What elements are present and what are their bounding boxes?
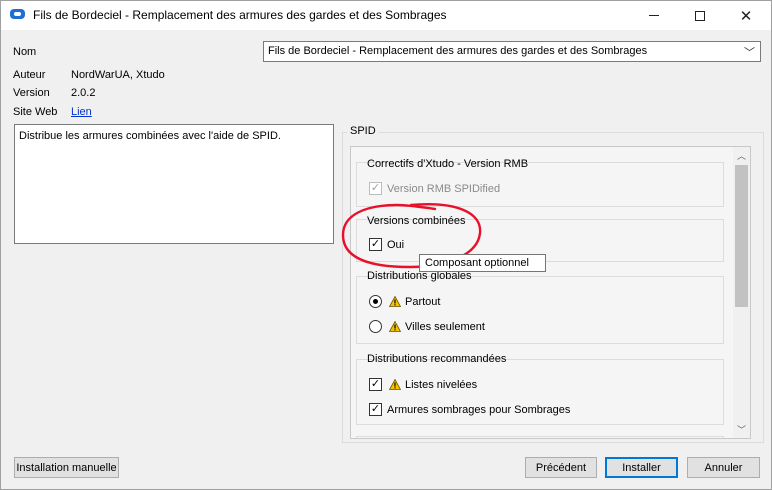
minimize-button[interactable]: [631, 1, 677, 30]
install-button[interactable]: Installer: [605, 457, 678, 478]
author-label: Auteur: [13, 69, 46, 81]
options-scroll-area[interactable]: Correctifs d'Xtudo - Version RMB ✓ Versi…: [350, 146, 751, 439]
scroll-up-icon[interactable]: ︿: [733, 147, 750, 164]
window-title: Fils de Bordeciel - Remplacement des arm…: [33, 8, 447, 22]
spid-legend: SPID: [347, 125, 379, 137]
manual-install-button[interactable]: Installation manuelle: [14, 457, 119, 478]
name-label: Nom: [13, 46, 37, 58]
group-next-partial: [356, 436, 724, 438]
maximize-icon: [695, 10, 705, 21]
name-dropdown[interactable]: Fils de Bordeciel - Remplacement des arm…: [263, 41, 761, 62]
chevron-down-icon: ﹀: [744, 47, 755, 59]
cancel-button[interactable]: Annuler: [687, 457, 760, 478]
maximize-button[interactable]: [677, 1, 723, 30]
option-villes-seulement-label: Villes seulement: [405, 321, 485, 333]
installer-window: Fils de Bordeciel - Remplacement des arm…: [0, 0, 772, 490]
title-bar: Fils de Bordeciel - Remplacement des arm…: [1, 1, 771, 30]
scroll-thumb[interactable]: [735, 165, 748, 307]
author-value: NordWarUA, Xtudo: [71, 69, 165, 81]
scroll-down-icon[interactable]: ﹀: [733, 421, 750, 438]
group-recommended-distributions-title: Distributions recommandées: [367, 353, 507, 365]
checkbox-armures-sombrages[interactable]: ✓: [369, 403, 382, 416]
option-rmb-spidified-label: Version RMB SPIDified: [387, 183, 501, 195]
warning-icon: [389, 321, 401, 332]
group-global-distributions: [356, 276, 724, 344]
close-icon: ✕: [739, 7, 753, 25]
checkbox-rmb-spidified[interactable]: ✓: [369, 182, 382, 195]
vertical-scrollbar[interactable]: ︿ ﹀: [733, 147, 750, 438]
website-link[interactable]: Lien: [71, 106, 92, 118]
previous-button[interactable]: Précédent: [525, 457, 597, 478]
minimize-icon: [649, 15, 659, 16]
checkbox-oui[interactable]: ✓: [369, 238, 382, 251]
version-label: Version: [13, 87, 50, 99]
option-listes-nivelees-label: Listes nivelées: [405, 379, 478, 391]
option-oui-label: Oui: [387, 239, 405, 251]
tooltip: Composant optionnel: [419, 254, 546, 272]
group-combined-versions-title: Versions combinées: [367, 215, 466, 227]
checkbox-listes-nivelees[interactable]: ✓: [369, 378, 382, 391]
name-dropdown-value: Fils de Bordeciel - Remplacement des arm…: [268, 45, 648, 57]
group-xtudo-patches-title: Correctifs d'Xtudo - Version RMB: [367, 158, 529, 170]
description-box[interactable]: Distribue les armures combinées avec l'a…: [14, 124, 334, 244]
close-button[interactable]: ✕: [723, 1, 769, 30]
app-icon: [10, 9, 25, 19]
version-value: 2.0.2: [71, 87, 96, 99]
description-text: Distribue les armures combinées avec l'a…: [19, 130, 281, 142]
radio-villes-seulement[interactable]: [369, 320, 382, 333]
radio-partout[interactable]: [369, 295, 382, 308]
warning-icon: [389, 379, 401, 390]
website-label: Site Web: [13, 106, 58, 118]
warning-icon: [389, 296, 401, 307]
option-armures-sombrages-label: Armures sombrages pour Sombrages: [387, 404, 571, 416]
option-partout-label: Partout: [405, 296, 441, 308]
